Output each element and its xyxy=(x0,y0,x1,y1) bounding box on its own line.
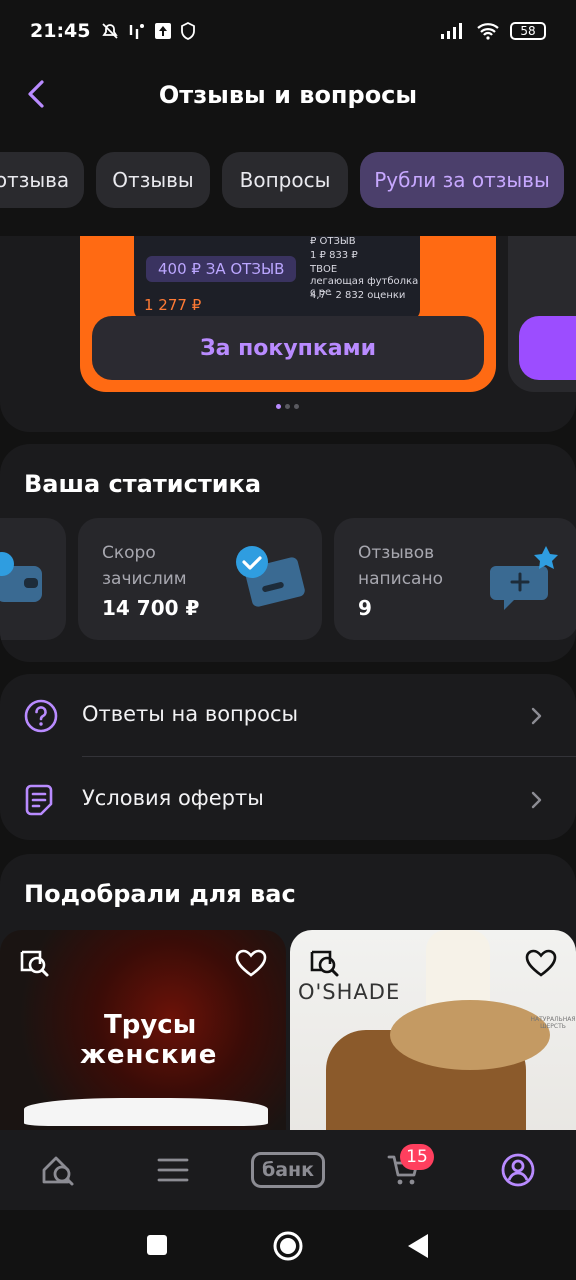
product-card[interactable]: Трусы женские xyxy=(0,930,286,1150)
battery-indicator: 58 xyxy=(510,22,546,40)
menu-item-answers[interactable]: Ответы на вопросы xyxy=(0,674,576,756)
chevron-right-icon xyxy=(531,707,542,725)
promo-phone-screen: 400 ₽ ЗА ОТЗЫВ 1 277 ₽ ₽ ОТЗЫВ 1 ₽ 833 ₽… xyxy=(134,236,420,320)
promo-mini-line: ТВОЕ xyxy=(310,264,338,275)
status-bar: 21:45 58 xyxy=(0,0,576,62)
promo-mini-line: ₽ ОТЗЫВ xyxy=(310,236,356,247)
stat-value: 14 700 ₽ xyxy=(102,596,200,620)
stat-label: Отзывов написано xyxy=(358,543,443,589)
wallet-icon xyxy=(0,552,42,602)
shield-icon xyxy=(181,22,196,40)
tab-reviews[interactable]: Отзывы xyxy=(96,152,210,208)
recommendations-title: Подобрали для вас xyxy=(24,880,296,908)
stat-value: 9 xyxy=(358,596,372,620)
favorite-heart-icon[interactable] xyxy=(234,948,268,978)
recent-apps-icon[interactable] xyxy=(146,1234,168,1256)
tab-questions[interactable]: Вопросы xyxy=(222,152,348,208)
page-title: Отзывы и вопросы xyxy=(158,81,418,109)
tab-bar: отзыва Отзывы Вопросы Рубли за отзывы xyxy=(0,150,576,212)
stat-card-reviews[interactable]: Отзывов написано 9 xyxy=(334,518,576,640)
promo-slide[interactable]: 400 ₽ ЗА ОТЗЫВ 1 277 ₽ ₽ ОТЗЫВ 1 ₽ 833 ₽… xyxy=(80,236,496,392)
tab-partial[interactable]: отзыва xyxy=(0,152,84,208)
signal-info-icon xyxy=(130,24,145,39)
menu-item-label: Условия оферты xyxy=(82,786,264,810)
product-image-text: Трусы xyxy=(104,1010,197,1040)
carousel-dots xyxy=(276,404,299,409)
menu-item-label: Ответы на вопросы xyxy=(82,702,299,726)
add-review-icon xyxy=(490,546,558,610)
product-image xyxy=(24,1098,268,1126)
card-check-icon xyxy=(236,546,305,607)
quick-view-icon[interactable] xyxy=(18,948,50,978)
next-promo-button[interactable] xyxy=(519,316,576,380)
links-menu: Ответы на вопросы Условия оферты xyxy=(0,674,576,840)
promo-mini-line: 1 ₽ 833 ₽ xyxy=(310,250,358,261)
promo-badge: 400 ₽ ЗА ОТЗЫВ xyxy=(146,256,297,282)
stat-label: Скоро зачислим xyxy=(102,543,187,589)
promo-carousel: 400 ₽ ЗА ОТЗЫВ 1 277 ₽ ₽ ОТЗЫВ 1 ₽ 833 ₽… xyxy=(0,236,576,432)
product-brand: O'SHADE xyxy=(298,980,401,1004)
quick-view-icon[interactable] xyxy=(308,948,340,978)
favorite-heart-icon[interactable] xyxy=(524,948,558,978)
cart-count-badge: 15 xyxy=(400,1144,434,1170)
tab-rubles-for-reviews[interactable]: Рубли за отзывы xyxy=(360,152,564,208)
chevron-right-icon xyxy=(531,791,542,809)
cell-signal-icon xyxy=(441,23,462,39)
product-image-text: НАТУРАЛЬНАЯ ШЕРСТЬ xyxy=(530,1016,576,1030)
carousel-dot xyxy=(285,404,290,409)
promo-mini-price: 1 277 ₽ xyxy=(144,296,202,314)
stat-card-pending[interactable]: Скоро зачислим 14 700 ₽ xyxy=(78,518,322,640)
stat-card-partial[interactable] xyxy=(0,518,66,640)
product-card[interactable]: O'SHADE НАТУРАЛЬНАЯ ШЕРСТЬ xyxy=(290,930,576,1150)
bottom-nav: банк 15 xyxy=(0,1130,576,1210)
home-search-icon[interactable] xyxy=(40,1152,78,1188)
upload-icon xyxy=(155,23,172,39)
status-time: 21:45 xyxy=(30,20,91,42)
carousel-dot-active xyxy=(276,404,281,409)
catalog-menu-icon[interactable] xyxy=(156,1152,190,1188)
recommendations-section: Подобрали для вас Трусы женские O'SHADE … xyxy=(0,854,576,1174)
mute-icon xyxy=(102,23,119,39)
divider xyxy=(82,756,576,757)
shop-button[interactable]: За покупками xyxy=(92,316,484,380)
stats-section: Ваша статистика Скоро зачислим 14 700 ₽ … xyxy=(0,444,576,662)
carousel-dot xyxy=(294,404,299,409)
back-triangle-icon[interactable] xyxy=(406,1232,430,1260)
question-circle-icon xyxy=(24,699,58,733)
header: Отзывы и вопросы xyxy=(0,62,576,128)
menu-item-offer-terms[interactable]: Условия оферты xyxy=(0,758,576,840)
document-icon xyxy=(25,784,53,816)
stats-title: Ваша статистика xyxy=(24,470,262,498)
promo-mini-line: 4,7 · 2 832 оценки xyxy=(310,290,406,301)
home-circle-icon[interactable] xyxy=(272,1230,304,1262)
product-image xyxy=(390,1000,550,1070)
bank-button[interactable]: банк xyxy=(251,1152,325,1188)
wifi-icon xyxy=(477,23,499,40)
product-image-text: женские xyxy=(80,1040,218,1070)
system-nav-bar xyxy=(0,1210,576,1280)
back-arrow-icon[interactable] xyxy=(22,76,52,112)
profile-icon[interactable] xyxy=(500,1152,536,1188)
